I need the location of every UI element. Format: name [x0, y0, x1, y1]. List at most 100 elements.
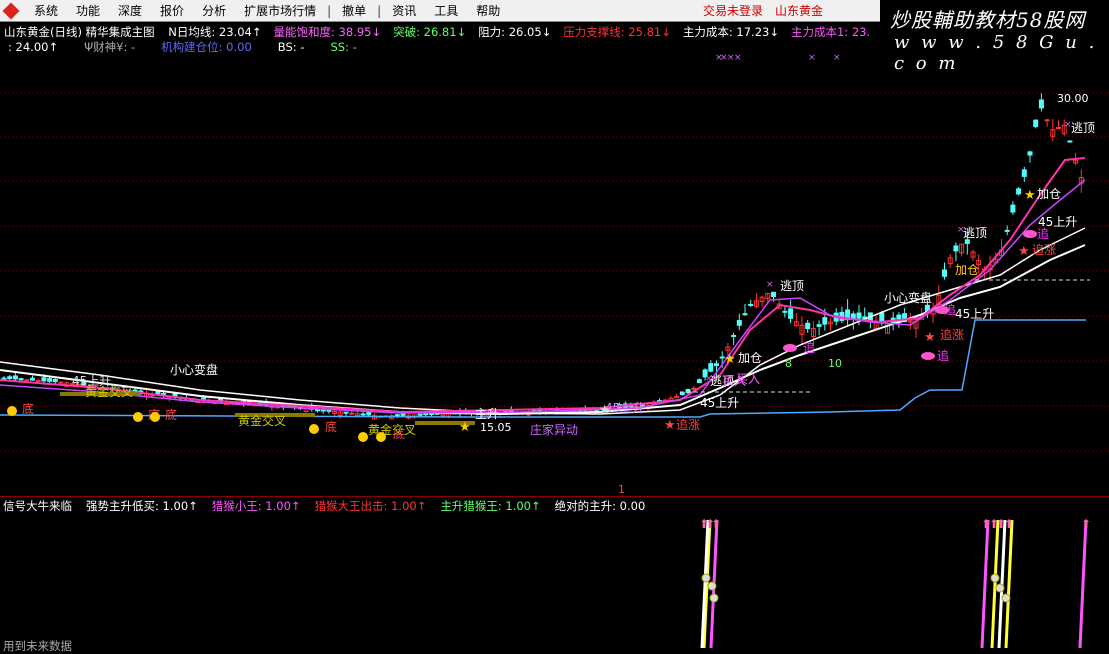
signal-bar [1078, 519, 1088, 648]
up-arrow-icon: ⬆ [1081, 517, 1091, 531]
sub-chart-divider [0, 496, 1109, 497]
gem-icon [783, 344, 797, 352]
candle-body [782, 310, 788, 313]
candle-body [708, 363, 714, 372]
chart-annotation: 追涨 [1032, 242, 1056, 257]
candle-body [12, 375, 18, 380]
gold-coin-icon [150, 412, 160, 422]
candle-body [400, 412, 406, 416]
chart-annotation: 追涨 [676, 417, 700, 432]
coin-icon [707, 581, 717, 591]
cross-marker: × [808, 53, 816, 63]
candle-body [856, 312, 862, 319]
candle-body [942, 269, 947, 277]
chart-annotation: 追涨 [940, 327, 964, 342]
candle-body [679, 392, 685, 396]
chart-annotation: 主升 [475, 407, 499, 421]
cross-marker: × [766, 280, 774, 290]
coin-icon [701, 573, 711, 583]
chart-annotation: 45上升 [700, 396, 739, 410]
candle-body [320, 409, 326, 412]
cross-marker: × [705, 374, 713, 384]
gold-coin-icon [133, 412, 143, 422]
candle-body [788, 308, 794, 319]
chart-annotation: 黄金交叉 [238, 413, 286, 428]
future-data-note: 用到未来数据 [3, 639, 72, 653]
star-icon: ★ [924, 330, 936, 345]
coin-icon [990, 573, 1000, 583]
candle-body [30, 377, 35, 381]
candle-body [1004, 229, 1010, 232]
candle-body [1033, 119, 1039, 128]
gem-icon [935, 306, 949, 314]
candle-body [343, 411, 349, 414]
chart-annotation: 黄金交叉 [85, 384, 133, 399]
main-chart[interactable]: 小心变盘小心变盘庄家异动逃顶逃顶逃顶逃顶加仓加仓加仓追追追追追涨追涨追涨45上升… [0, 0, 1109, 648]
chart-annotation: 小心变盘 [884, 290, 932, 305]
candle-body [1044, 119, 1050, 122]
candle-body [41, 377, 47, 382]
indicator-value: 主升猎猴王: 1.00↑ [440, 499, 541, 513]
coin-icon [995, 583, 1005, 593]
chart-annotation: 底 [165, 407, 177, 422]
cross-marker: × [957, 225, 965, 235]
candle-body [696, 379, 702, 384]
chart-annotation: 45上升 [1038, 215, 1077, 229]
candle-body [771, 291, 776, 298]
candle-body [736, 320, 742, 326]
chart-annotation: 买入 [736, 372, 760, 386]
signal-bar [990, 519, 1000, 648]
gem-icon [1023, 230, 1037, 238]
gem-icon [921, 352, 935, 360]
gold-coin-icon [309, 424, 319, 434]
sub-indicator-legend: 信号大牛来临 强势主升低买: 1.00↑ 猎猴小王: 1.00↑ 猎猴大王出击: 1.… [3, 498, 659, 514]
candle-body [953, 245, 959, 252]
candle-body [35, 379, 41, 382]
indicator-value: 信号大牛来临 [3, 499, 72, 513]
candle-body [691, 387, 697, 390]
candle-body [7, 376, 13, 380]
ma-line-white [0, 227, 1086, 415]
star-icon: ★ [724, 352, 736, 367]
candle-body [816, 324, 822, 327]
candle-body [805, 322, 811, 330]
gold-coin-icon [7, 406, 17, 416]
candle-body [315, 409, 320, 412]
candle-body [1027, 151, 1033, 156]
chart-annotation: 底 [22, 401, 34, 416]
signal-bar [1004, 519, 1014, 648]
chart-annotation: 追 [803, 340, 815, 355]
gold-coin-icon [376, 432, 386, 442]
coin-icon [1001, 593, 1011, 603]
chart-annotation: 黄金交叉 [368, 422, 416, 437]
candle-body [1010, 204, 1016, 213]
candle-body [1067, 140, 1073, 143]
chart-annotation: 追 [937, 348, 949, 363]
star-icon: ★ [664, 418, 676, 433]
cross-marker: × [1064, 120, 1072, 130]
chart-annotation: 45上升 [955, 307, 994, 321]
up-arrow-icon: ⬆ [1004, 517, 1014, 531]
chart-annotation: 庄家异动 [530, 422, 578, 437]
chart-annotation: 小心变盘 [170, 362, 218, 377]
star-icon: ★ [1018, 244, 1030, 259]
up-arrow-icon: ⬆ [711, 517, 721, 531]
candle-body [349, 412, 355, 415]
chart-annotation: 逃顶 [963, 226, 987, 240]
candle-body [748, 303, 754, 306]
candle-body [47, 378, 53, 382]
indicator-value: 猎猴大王出击: 1.00↑ [314, 499, 427, 513]
indicator-value: 绝对的主升: 0.00 [554, 499, 646, 513]
chart-annotation: 加仓 [738, 351, 762, 365]
chart-annotation: 加仓 [955, 263, 979, 277]
candle-body [326, 409, 332, 412]
chart-annotation: 逃顶 [780, 279, 804, 293]
candle-body [1, 377, 7, 380]
candle-body [1038, 99, 1044, 109]
candle-body [731, 334, 737, 337]
candle-body [714, 363, 719, 366]
candle-body [417, 413, 423, 416]
candle-body [18, 378, 24, 381]
cross-marker: × [833, 53, 841, 63]
chart-annotation: 45上升 [605, 401, 644, 415]
